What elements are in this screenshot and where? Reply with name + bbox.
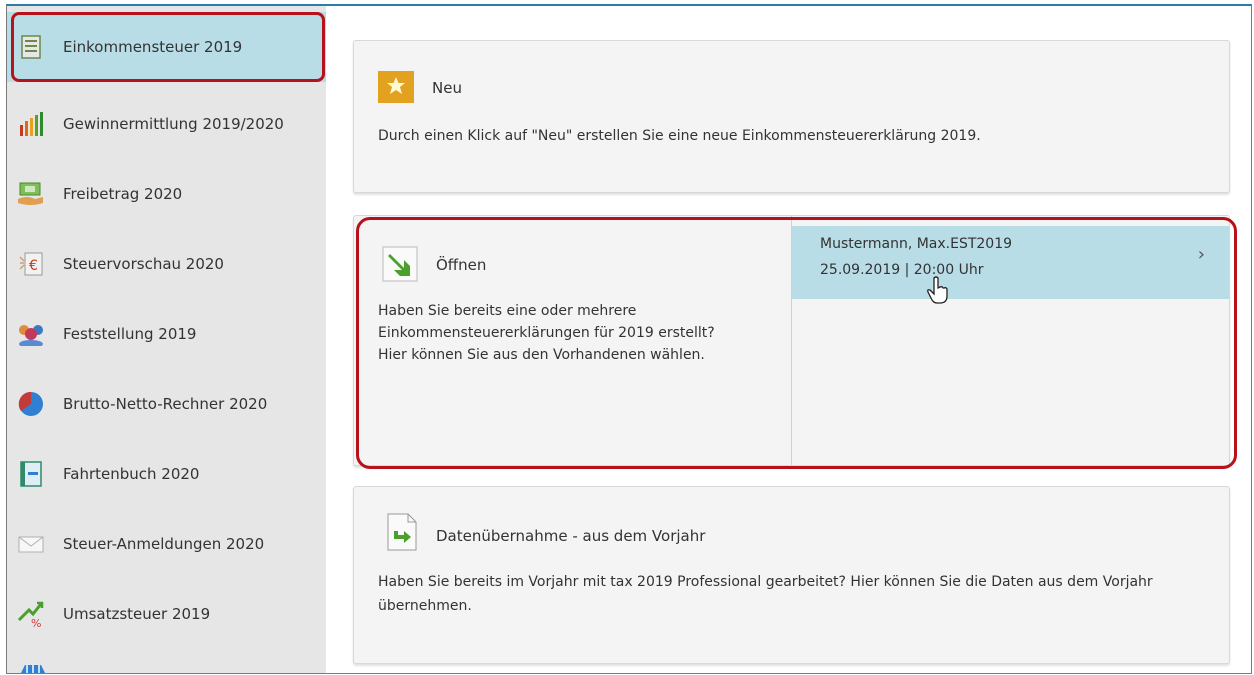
new-folder-icon (378, 71, 414, 103)
sidebar-item-label: Steuer-Anmeldungen 2020 (63, 535, 265, 553)
sidebar-item-label: Fahrtenbuch 2020 (63, 465, 200, 483)
import-card-title: Datenübernahme - aus dem Vorjahr (436, 527, 706, 545)
recent-files-panel: Mustermann, Max.EST2019 25.09.2019 | 20:… (791, 216, 1229, 465)
open-card-description-line: Hier können Sie aus den Vorhandenen wähl… (378, 347, 705, 363)
sidebar-item-label: Feststellung 2019 (63, 325, 197, 343)
sidebar-item-freibetrag[interactable]: Freibetrag 2020 (7, 159, 326, 229)
svg-text:%: % (31, 617, 41, 628)
recent-file-item[interactable]: Mustermann, Max.EST2019 25.09.2019 | 20:… (792, 226, 1229, 299)
sidebar-item-umsatzsteuer[interactable]: % Umsatzsteuer 2019 (7, 579, 326, 649)
open-card-title: Öffnen (436, 256, 487, 274)
open-card: Öffnen Haben Sie bereits eine oder mehre… (353, 215, 1230, 466)
open-card-description-line: Einkommensteuererklärungen für 2019 erst… (378, 325, 715, 341)
new-card-description: Durch einen Klick auf "Neu" erstellen Si… (378, 128, 981, 144)
money-hand-icon (17, 180, 45, 208)
sidebar-item-label: Gewinnermittlung 2019/2020 (63, 115, 284, 133)
tax-document-icon (17, 33, 45, 61)
sidebar-item-label: Umsatzsteuer 2019 (63, 605, 211, 623)
hand-cursor-icon (927, 276, 949, 304)
sidebar-item-einkommensteuer[interactable]: Einkommensteuer 2019 (7, 12, 326, 82)
recent-file-date: 25.09.2019 | 20:00 Uhr (820, 262, 984, 278)
sidebar-item-label: Steuervorschau 2020 (63, 255, 224, 273)
svg-text:€: € (29, 258, 38, 274)
import-card[interactable]: Datenübernahme - aus dem Vorjahr Haben S… (353, 486, 1230, 664)
sidebar-item-label: Freibetrag 2020 (63, 185, 183, 203)
bar-chart-icon (17, 110, 45, 138)
sidebar-item-brutto-netto[interactable]: Brutto-Netto-Rechner 2020 (7, 369, 326, 439)
euro-preview-icon: € (17, 250, 45, 278)
chevron-right-icon: › (1197, 244, 1205, 265)
logbook-icon (17, 460, 45, 488)
import-card-description-line: Haben Sie bereits im Vorjahr mit tax 201… (378, 574, 1153, 590)
import-document-icon (386, 513, 418, 551)
envelope-icon (17, 530, 45, 558)
app-window: Einkommensteuer 2019 Gewinnermittlung 20… (6, 4, 1252, 674)
import-card-description-line: übernehmen. (378, 598, 472, 614)
partial-next-item-icon (21, 660, 45, 673)
new-card-title: Neu (432, 79, 462, 97)
open-arrow-icon (382, 246, 418, 282)
sidebar-item-steuer-anmeldungen[interactable]: Steuer-Anmeldungen 2020 (7, 509, 326, 579)
percent-arrow-icon: % (17, 600, 45, 628)
sidebar: Einkommensteuer 2019 Gewinnermittlung 20… (7, 6, 326, 673)
new-card[interactable]: Neu Durch einen Klick auf "Neu" erstelle… (353, 40, 1230, 193)
people-group-icon (17, 320, 45, 348)
sidebar-item-gewinnermittlung[interactable]: Gewinnermittlung 2019/2020 (7, 89, 326, 159)
open-card-description-line: Haben Sie bereits eine oder mehrere (378, 303, 637, 319)
sidebar-item-label: Brutto-Netto-Rechner 2020 (63, 395, 268, 413)
sidebar-item-feststellung[interactable]: Feststellung 2019 (7, 299, 326, 369)
sidebar-item-fahrtenbuch[interactable]: Fahrtenbuch 2020 (7, 439, 326, 509)
pie-chart-icon (17, 390, 45, 418)
sidebar-item-steuervorschau[interactable]: € Steuervorschau 2020 (7, 229, 326, 299)
sidebar-item-label: Einkommensteuer 2019 (63, 38, 243, 56)
recent-file-name: Mustermann, Max.EST2019 (820, 236, 1013, 252)
